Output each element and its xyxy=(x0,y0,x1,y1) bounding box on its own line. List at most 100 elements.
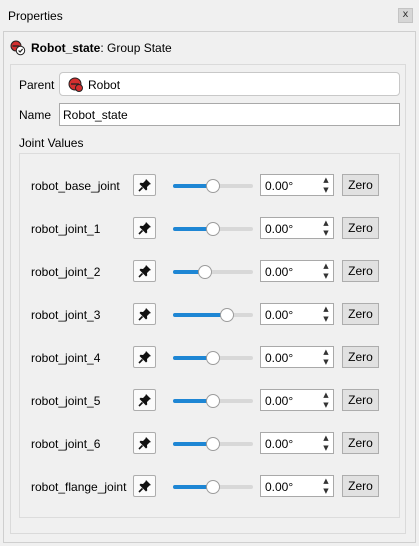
zero-button[interactable]: Zero xyxy=(342,432,379,454)
joint-value: 0.00° xyxy=(265,437,294,451)
joint-slider[interactable] xyxy=(173,437,253,451)
slider-handle[interactable] xyxy=(206,480,220,494)
pin-button[interactable] xyxy=(133,303,156,325)
joint-slider[interactable] xyxy=(173,222,253,236)
joint-value-spinbox[interactable]: 0.00° ▲ ▼ xyxy=(260,217,334,239)
joint-value: 0.00° xyxy=(265,308,294,322)
joint-value: 0.00° xyxy=(265,179,294,193)
joint-name: robot_joint_1 xyxy=(31,222,101,236)
pin-button[interactable] xyxy=(133,260,156,282)
pin-button[interactable] xyxy=(133,217,156,239)
pin-button[interactable] xyxy=(133,389,156,411)
pin-button[interactable] xyxy=(133,346,156,368)
zero-button[interactable]: Zero xyxy=(342,174,379,196)
pin-icon xyxy=(138,179,151,192)
joint-value-spinbox[interactable]: 0.00° ▲ ▼ xyxy=(260,346,334,368)
spin-down-icon[interactable]: ▼ xyxy=(319,486,333,496)
pin-button[interactable] xyxy=(133,174,156,196)
joint-row: robot_joint_2 0.00° ▲ ▼ Zero xyxy=(0,260,419,284)
joint-value: 0.00° xyxy=(265,480,294,494)
pin-icon xyxy=(138,351,151,364)
joint-name: robot_joint_2 xyxy=(31,265,101,279)
close-icon[interactable]: x xyxy=(398,8,413,23)
pin-icon xyxy=(138,394,151,407)
spin-up-icon[interactable]: ▲ xyxy=(319,175,333,185)
spin-down-icon[interactable]: ▼ xyxy=(319,357,333,367)
joint-value-spinbox[interactable]: 0.00° ▲ ▼ xyxy=(260,389,334,411)
group-state-icon xyxy=(10,40,26,59)
joint-slider[interactable] xyxy=(173,394,253,408)
spin-down-icon[interactable]: ▼ xyxy=(319,228,333,238)
joint-row: robot_joint_4 0.00° ▲ ▼ Zero xyxy=(0,346,419,370)
zero-button[interactable]: Zero xyxy=(342,389,379,411)
joint-name: robot_joint_4 xyxy=(31,351,101,365)
spin-up-icon[interactable]: ▲ xyxy=(319,390,333,400)
spin-up-icon[interactable]: ▲ xyxy=(319,347,333,357)
spin-up-icon[interactable]: ▲ xyxy=(319,304,333,314)
pin-button[interactable] xyxy=(133,432,156,454)
spin-up-icon[interactable]: ▲ xyxy=(319,476,333,486)
object-type: : Group State xyxy=(100,41,172,55)
joint-slider[interactable] xyxy=(173,179,253,193)
slider-handle[interactable] xyxy=(206,437,220,451)
joint-value-spinbox[interactable]: 0.00° ▲ ▼ xyxy=(260,260,334,282)
window-title: Properties xyxy=(8,9,63,23)
spin-down-icon[interactable]: ▼ xyxy=(319,443,333,453)
joint-values-group xyxy=(19,153,400,518)
pin-icon xyxy=(138,480,151,493)
joint-name: robot_joint_6 xyxy=(31,437,101,451)
joint-slider[interactable] xyxy=(173,308,253,322)
joint-value-spinbox[interactable]: 0.00° ▲ ▼ xyxy=(260,174,334,196)
slider-handle[interactable] xyxy=(206,222,220,236)
pin-icon xyxy=(138,308,151,321)
pin-button[interactable] xyxy=(133,475,156,497)
joint-value: 0.00° xyxy=(265,222,294,236)
pin-icon xyxy=(138,222,151,235)
zero-button[interactable]: Zero xyxy=(342,475,379,497)
name-field[interactable]: Robot_state xyxy=(59,103,400,126)
slider-handle[interactable] xyxy=(219,308,234,322)
spin-down-icon[interactable]: ▼ xyxy=(319,185,333,195)
joint-value: 0.00° xyxy=(265,265,294,279)
pin-icon xyxy=(138,437,151,450)
joint-name: robot_joint_3 xyxy=(31,308,101,322)
parent-value: Robot xyxy=(88,78,121,92)
joint-slider[interactable] xyxy=(173,265,253,279)
title-bar: Properties x xyxy=(0,0,419,31)
robot-icon xyxy=(68,77,84,96)
slider-handle[interactable] xyxy=(198,265,212,279)
joint-slider[interactable] xyxy=(173,480,253,494)
parent-field[interactable]: Robot xyxy=(59,72,400,96)
joint-row: robot_joint_5 0.00° ▲ ▼ Zero xyxy=(0,389,419,413)
joint-values-label: Joint Values xyxy=(19,136,84,150)
zero-button[interactable]: Zero xyxy=(342,303,379,325)
joint-value-spinbox[interactable]: 0.00° ▲ ▼ xyxy=(260,475,334,497)
joint-value-spinbox[interactable]: 0.00° ▲ ▼ xyxy=(260,303,334,325)
joint-name: robot_flange_joint xyxy=(31,480,127,494)
joint-name: robot_joint_5 xyxy=(31,394,101,408)
joint-name: robot_base_joint xyxy=(31,179,120,193)
slider-handle[interactable] xyxy=(206,179,220,193)
spin-down-icon[interactable]: ▼ xyxy=(319,314,333,324)
slider-handle[interactable] xyxy=(206,394,220,408)
spin-up-icon[interactable]: ▲ xyxy=(319,433,333,443)
zero-button[interactable]: Zero xyxy=(342,346,379,368)
joint-row: robot_flange_joint 0.00° ▲ ▼ Zero xyxy=(0,475,419,499)
spin-up-icon[interactable]: ▲ xyxy=(319,218,333,228)
joint-row: robot_joint_3 0.00° ▲ ▼ Zero xyxy=(0,303,419,327)
spin-down-icon[interactable]: ▼ xyxy=(319,400,333,410)
object-name: Robot_state xyxy=(31,41,101,55)
joint-row: robot_joint_1 0.00° ▲ ▼ Zero xyxy=(0,217,419,241)
joint-slider[interactable] xyxy=(173,351,253,365)
joint-row: robot_joint_6 0.00° ▲ ▼ Zero xyxy=(0,432,419,456)
spin-up-icon[interactable]: ▲ xyxy=(319,261,333,271)
zero-button[interactable]: Zero xyxy=(342,260,379,282)
joint-value-spinbox[interactable]: 0.00° ▲ ▼ xyxy=(260,432,334,454)
name-value: Robot_state xyxy=(63,108,128,122)
joint-row: robot_base_joint 0.00° ▲ ▼ Zero xyxy=(0,174,419,198)
spin-down-icon[interactable]: ▼ xyxy=(319,271,333,281)
pin-icon xyxy=(138,265,151,278)
slider-handle[interactable] xyxy=(206,351,220,365)
parent-label: Parent xyxy=(19,78,55,92)
zero-button[interactable]: Zero xyxy=(342,217,379,239)
